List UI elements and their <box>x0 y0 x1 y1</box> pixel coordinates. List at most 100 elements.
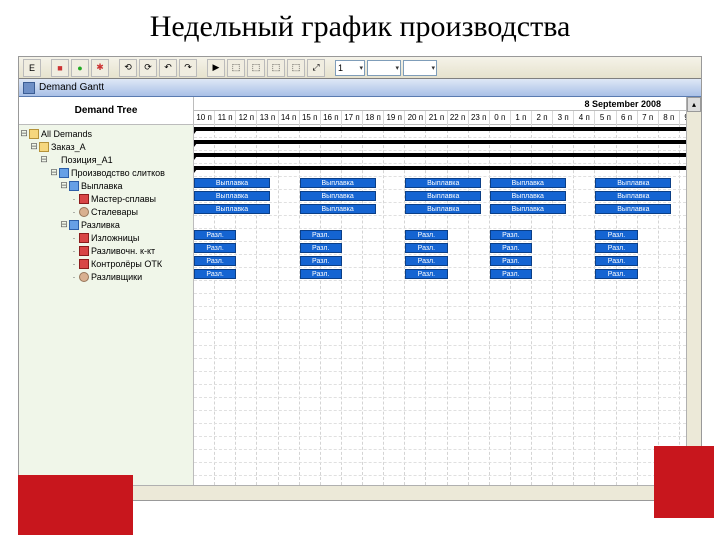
gantt-day: 14 п <box>279 111 300 125</box>
tb-btn-e[interactable]: E <box>23 59 41 77</box>
tree-item[interactable]: ·Разливщики <box>19 270 193 283</box>
tree-item[interactable]: ⊟Производство слитков <box>19 166 193 179</box>
red-icon <box>79 246 89 256</box>
summary-bar[interactable] <box>194 166 701 170</box>
gantt-day: 12 п <box>236 111 257 125</box>
tree-item[interactable]: ⊟Выплавка <box>19 179 193 192</box>
gantt-body[interactable]: ВыплавкаВыплавкаВыплавкаВыплавкаВыплавка… <box>194 125 701 485</box>
tb-btn-fwd[interactable]: ↷ <box>179 59 197 77</box>
task-bar[interactable]: Выплавка <box>405 204 481 214</box>
task-bar[interactable]: Разл. <box>595 243 637 253</box>
tree-item[interactable]: ·Разливочн. к-кт <box>19 244 193 257</box>
task-bar[interactable]: Выплавка <box>405 191 481 201</box>
gantt-day: 1 п <box>511 111 532 125</box>
task-bar[interactable]: Выплавка <box>595 178 671 188</box>
gantt-day: 10 п <box>194 111 215 125</box>
task-bar[interactable]: Разл. <box>405 256 447 266</box>
summary-bar[interactable] <box>194 153 701 157</box>
gantt-row <box>194 385 701 398</box>
tb-btn-box4[interactable]: ⬚ <box>287 59 305 77</box>
tree-item[interactable]: ⊟Разливка <box>19 218 193 231</box>
gantt-day: 18 п <box>363 111 384 125</box>
task-bar[interactable]: Выплавка <box>300 204 376 214</box>
tree-item[interactable]: ·Мастер-сплавы <box>19 192 193 205</box>
tree-item[interactable]: ·Изложницы <box>19 231 193 244</box>
tb-btn-back[interactable]: ↶ <box>159 59 177 77</box>
task-bar[interactable]: Разл. <box>595 269 637 279</box>
task-bar[interactable]: Выплавка <box>595 191 671 201</box>
tb-btn-box2[interactable]: ⬚ <box>247 59 265 77</box>
demand-tree-panel: Demand Tree ⊟All Demands ⊟Заказ_А⊟Позици… <box>19 97 194 485</box>
task-bar[interactable]: Разл. <box>300 269 342 279</box>
gantt-row <box>194 294 701 307</box>
tb-btn-box1[interactable]: ⬚ <box>227 59 245 77</box>
tb-btn-zoom[interactable]: ⤢ <box>307 59 325 77</box>
task-bar[interactable]: Разл. <box>194 269 236 279</box>
task-bar[interactable]: Разл. <box>595 230 637 240</box>
gantt-row <box>194 411 701 424</box>
toolbar: E ■ ● ✱ ⟲ ⟳ ↶ ↷ ▶ ⬚ ⬚ ⬚ ⬚ ⤢ 1 <box>19 57 701 79</box>
tb-btn-box3[interactable]: ⬚ <box>267 59 285 77</box>
tree-item[interactable]: ·Сталевары <box>19 205 193 218</box>
tb-btn-redo[interactable]: ⟳ <box>139 59 157 77</box>
tb-btn-rec[interactable]: ■ <box>51 59 69 77</box>
gantt-row <box>194 125 701 138</box>
task-bar[interactable]: Выплавка <box>194 178 270 188</box>
task-bar[interactable]: Разл. <box>490 243 532 253</box>
task-bar[interactable]: Выплавка <box>490 191 566 201</box>
task-bar[interactable]: Выплавка <box>194 204 270 214</box>
tree-item[interactable]: ⊟Позиция_А1 <box>19 153 193 166</box>
blue-icon <box>59 168 69 178</box>
tb-combo-1[interactable]: 1 <box>335 60 365 76</box>
tree-root[interactable]: ⊟All Demands <box>19 127 193 140</box>
folder-icon <box>39 142 49 152</box>
gantt-row <box>194 138 701 151</box>
summary-bar[interactable] <box>194 127 701 131</box>
task-bar[interactable]: Разл. <box>490 269 532 279</box>
task-bar[interactable]: Разл. <box>194 256 236 266</box>
task-bar[interactable]: Разл. <box>300 230 342 240</box>
vertical-scrollbar[interactable]: ▴ ▾ <box>686 97 701 485</box>
task-bar[interactable]: Выплавка <box>490 178 566 188</box>
gantt-day: 19 п <box>384 111 405 125</box>
task-bar[interactable]: Разл. <box>405 230 447 240</box>
task-bar[interactable]: Выплавка <box>300 191 376 201</box>
task-bar[interactable]: Разл. <box>405 269 447 279</box>
panel-title: Demand Gantt <box>39 82 104 93</box>
tb-btn-star[interactable]: ✱ <box>91 59 109 77</box>
tb-combo-3[interactable] <box>403 60 437 76</box>
tree-item-label: Сталевары <box>91 207 138 217</box>
task-bar[interactable]: Выплавка <box>490 204 566 214</box>
gantt-day: 8 п <box>659 111 680 125</box>
tree-item-label: Разливочн. к-кт <box>91 246 155 256</box>
task-bar[interactable]: Разл. <box>490 256 532 266</box>
task-bar[interactable]: Выплавка <box>595 204 671 214</box>
tb-btn-dot[interactable]: ● <box>71 59 89 77</box>
task-bar[interactable]: Разл. <box>300 256 342 266</box>
gantt-day: 2 п <box>532 111 553 125</box>
task-bar[interactable]: Выплавка <box>300 178 376 188</box>
task-bar[interactable]: Выплавка <box>405 178 481 188</box>
tree-item[interactable]: ⊟Заказ_А <box>19 140 193 153</box>
tb-btn-play[interactable]: ▶ <box>207 59 225 77</box>
tree-body[interactable]: ⊟All Demands ⊟Заказ_А⊟Позиция_А1⊟Произво… <box>19 125 193 485</box>
tb-btn-undo[interactable]: ⟲ <box>119 59 137 77</box>
gantt-row <box>194 398 701 411</box>
task-bar[interactable]: Разл. <box>300 243 342 253</box>
task-bar[interactable]: Разл. <box>194 243 236 253</box>
summary-bar[interactable] <box>194 140 701 144</box>
folder-icon <box>29 129 39 139</box>
task-bar[interactable]: Выплавка <box>194 191 270 201</box>
gantt-row: Выплавка Выплавка Выплавка Выплавка Выплавка <box>194 190 701 203</box>
tree-item-label: Изложницы <box>91 233 139 243</box>
task-bar[interactable]: Разл. <box>490 230 532 240</box>
gantt-day: 15 п <box>300 111 321 125</box>
task-bar[interactable]: Разл. <box>405 243 447 253</box>
task-bar[interactable]: Разл. <box>194 230 236 240</box>
tree-item[interactable]: ·Контролёры ОТК <box>19 257 193 270</box>
gantt-day: 13 п <box>257 111 278 125</box>
person-icon <box>79 272 89 282</box>
tb-combo-2[interactable] <box>367 60 401 76</box>
scroll-up-icon[interactable]: ▴ <box>687 97 701 112</box>
task-bar[interactable]: Разл. <box>595 256 637 266</box>
